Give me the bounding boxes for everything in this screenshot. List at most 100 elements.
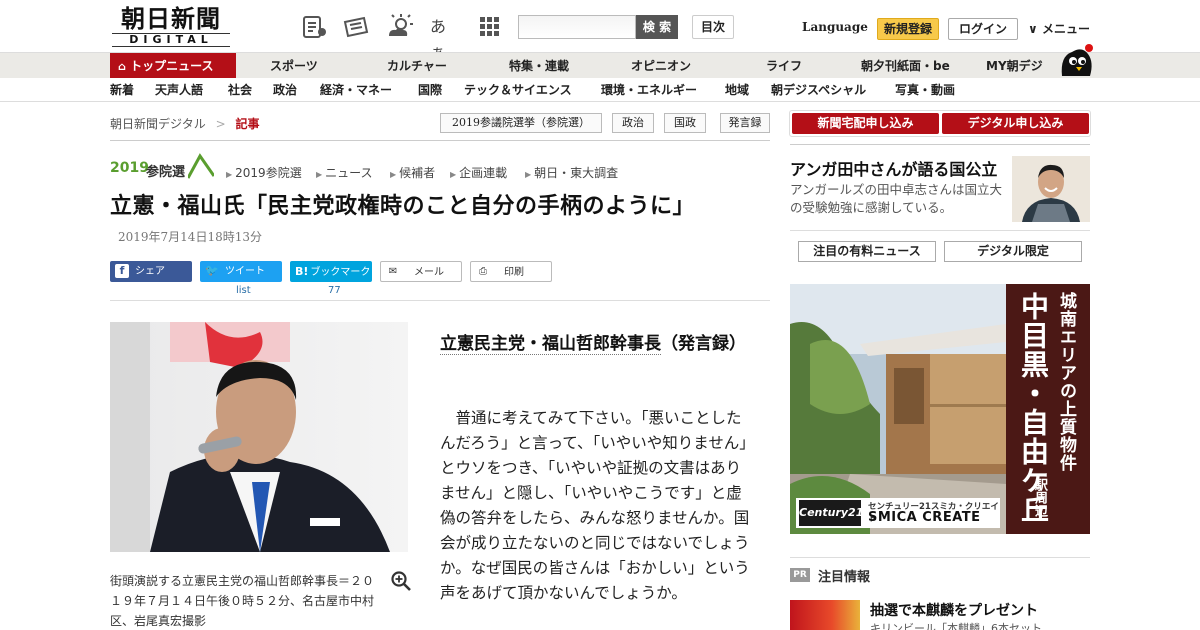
triangle-icon: ▶ — [450, 170, 457, 179]
century21-logo: Century21 — [799, 500, 863, 526]
speaker-link[interactable]: 立憲民主党・福山哲郎幹事長 — [440, 334, 661, 355]
nav-special[interactable]: 朝デジスペシャル — [771, 78, 866, 102]
nav-sports[interactable]: スポーツ — [270, 53, 318, 79]
triangle-icon: ▶ — [390, 170, 397, 179]
nav-society[interactable]: 社会 — [228, 78, 252, 102]
pr-thumbnail[interactable] — [790, 600, 860, 630]
breadcrumb-separator: > — [215, 117, 226, 131]
search-input[interactable] — [518, 15, 636, 39]
weather-icon[interactable] — [386, 14, 414, 40]
article-photo[interactable] — [110, 322, 408, 552]
twitter-count[interactable]: list — [236, 285, 251, 296]
pr-item-title[interactable]: 抽選で本麒麟をプレゼント — [870, 600, 1038, 620]
pr-item-subtitle: キリンビール「本麒麟」6本セット — [870, 622, 1042, 630]
nav-photo-video[interactable]: 写真・動画 — [895, 78, 955, 102]
quote-title-suffix: （発言録） — [661, 334, 746, 354]
nav-environment[interactable]: 環境・エネルギー — [601, 78, 697, 102]
pr-section-title: 注目情報 — [818, 570, 871, 585]
subscribe-digital-button[interactable]: デジタル申し込み — [942, 113, 1089, 134]
mascot-icon[interactable] — [1056, 42, 1094, 78]
nav-latest[interactable]: 新着 — [110, 78, 134, 102]
nav-life[interactable]: ライフ — [766, 53, 802, 79]
menu-label: メニュー — [1041, 22, 1090, 36]
election-link-candidates[interactable]: ▶ 候補者 — [390, 164, 435, 181]
tag-remarks[interactable]: 発言録 — [720, 113, 770, 133]
zoom-icon[interactable] — [390, 570, 412, 592]
tag-national[interactable]: 国政 — [664, 113, 706, 133]
logo-subtitle: DIGITAL — [112, 33, 230, 47]
tab-digital-only[interactable]: デジタル限定 — [944, 241, 1082, 262]
nav-economy[interactable]: 経済・マネー — [320, 78, 392, 102]
share-label: シェア — [135, 266, 165, 277]
mail-share-button[interactable]: ✉ メール — [380, 261, 462, 282]
nav-politics[interactable]: 政治 — [273, 78, 297, 102]
share-label: ツイート — [225, 266, 265, 277]
link-label: ニュース — [325, 166, 373, 180]
paper-icon[interactable] — [342, 14, 370, 40]
ad-brand-main: SMICA CREATE — [868, 510, 981, 525]
home-icon: ⌂ — [118, 60, 126, 73]
quote-title: 立憲民主党・福山哲郎幹事長（発言録） — [440, 332, 760, 357]
nav-culture[interactable]: カルチャー — [387, 53, 447, 79]
nav-tenseijingo[interactable]: 天声人語 — [155, 78, 203, 102]
article-date: 2019年7月14日18時13分 — [118, 230, 262, 244]
triangle-icon: ▶ — [525, 170, 532, 179]
font-size-icon[interactable]: あぁ — [430, 14, 458, 62]
register-button[interactable]: 新規登録 — [877, 18, 939, 40]
logo-wordmark: 朝日新聞 — [121, 4, 221, 33]
ad-brand-bar: Century21 センチュリー21スミカ・クリエイト SMICA CREATE — [796, 498, 1000, 528]
mountain-icon — [188, 153, 214, 179]
twitter-share-button[interactable]: 🐦 ツイート — [200, 261, 282, 282]
tag-election[interactable]: 2019参議院選挙（参院選） — [440, 113, 602, 133]
divider — [790, 230, 1090, 231]
share-label: ブックマーク — [310, 267, 371, 278]
election-logo-year: 2019 — [110, 160, 149, 176]
login-button[interactable]: ログイン — [948, 18, 1018, 40]
pr-badge: PR — [790, 568, 810, 582]
tab-paid-news[interactable]: 注目の有料ニュース — [798, 241, 936, 262]
link-label: 企画連載 — [459, 166, 508, 180]
print-button[interactable]: ⎙ 印刷 — [470, 261, 552, 282]
election-link-survey[interactable]: ▶ 朝日・東大調査 — [525, 164, 618, 181]
nav-label: トップニュース — [130, 59, 214, 73]
article-headline: 立憲・福山氏「民主党政権時のこと自分の手柄のように」 — [110, 194, 696, 219]
nav-paper[interactable]: 朝夕刊紙面・be — [861, 53, 950, 79]
language-link[interactable]: Language — [802, 20, 868, 34]
election-link-2019[interactable]: ▶ 2019参院選 — [226, 164, 302, 181]
menu-button[interactable]: ∨ メニュー — [1028, 20, 1090, 37]
nav-opinion[interactable]: オピニオン — [631, 53, 691, 79]
toc-button[interactable]: 目次 — [692, 15, 734, 39]
divider — [110, 300, 770, 301]
promo-text: アンガールズの田中卓志さんは国立大の受験勉強に感謝している。 — [790, 182, 1003, 215]
chevron-down-icon: ∨ — [1028, 22, 1038, 36]
breadcrumb-root[interactable]: 朝日新聞デジタル — [110, 117, 206, 131]
breadcrumb: 朝日新聞デジタル > 記事 — [110, 115, 260, 132]
subscribe-home-button[interactable]: 新聞宅配申し込み — [792, 113, 939, 134]
nav-features[interactable]: 特集・連載 — [509, 53, 569, 79]
site-logo[interactable]: 朝日新聞 DIGITAL — [112, 6, 230, 48]
promo-title[interactable]: アンガ田中さんが語る国公立 — [790, 156, 997, 180]
nav-regional[interactable]: 地域 — [725, 78, 749, 102]
news-list-icon[interactable] — [300, 14, 328, 40]
nav-international[interactable]: 国際 — [418, 78, 442, 102]
hatena-count[interactable]: 77 — [328, 285, 341, 296]
apps-grid-icon[interactable] — [476, 14, 504, 40]
triangle-icon: ▶ — [226, 170, 233, 179]
photo-caption: 街頭演説する立憲民主党の福山哲郎幹事長＝２０１９年７月１４日午後０時５２分、名古… — [110, 574, 375, 628]
hatena-bookmark-button[interactable]: B! ブックマーク — [290, 261, 372, 282]
election-link-news[interactable]: ▶ ニュース — [316, 164, 373, 181]
divider — [790, 144, 1090, 145]
search-button[interactable]: 検 索 — [636, 15, 678, 39]
promo-photo[interactable] — [1012, 156, 1090, 222]
nav-top-news[interactable]: ⌂ トップニュース — [110, 53, 236, 79]
facebook-share-button[interactable]: f シェア — [110, 261, 192, 282]
nav-my-asadigi[interactable]: MY朝デジ — [986, 53, 1043, 79]
article-body: 普通に考えてみて下さい。「悪いことしたんだろう」と言って、「いやいや知りません」… — [440, 409, 750, 602]
link-label: 候補者 — [399, 166, 436, 180]
nav-tech-science[interactable]: テック＆サイエンス — [464, 78, 572, 102]
ad-tagline: 城南エリアの上質物件 — [1056, 292, 1076, 472]
secondary-nav: 新着 天声人語 社会 政治 経済・マネー 国際 テック＆サイエンス 環境・エネル… — [0, 78, 1200, 102]
election-link-series[interactable]: ▶ 企画連載 — [450, 164, 507, 181]
tag-politics[interactable]: 政治 — [612, 113, 654, 133]
election-logo[interactable]: 2019 参院選 — [110, 152, 214, 180]
